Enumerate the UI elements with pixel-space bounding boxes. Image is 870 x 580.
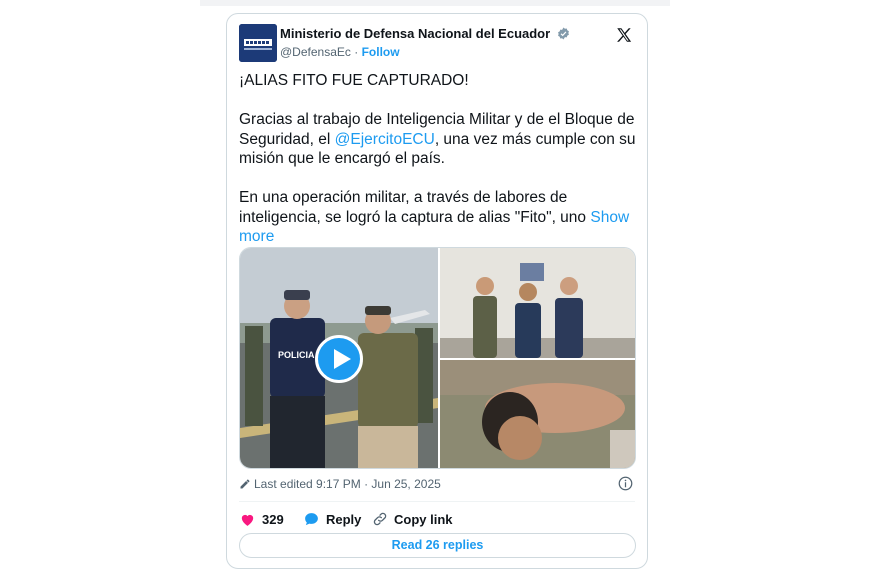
info-icon[interactable] <box>618 476 633 491</box>
tweet-paragraph-1: Gracias al trabajo de Inteligencia Milit… <box>239 110 639 169</box>
follow-button[interactable]: Follow <box>362 45 400 59</box>
photo-group-thumbnail[interactable] <box>440 248 635 358</box>
photo-detainee-thumbnail[interactable] <box>440 360 635 468</box>
heart-icon <box>241 514 254 526</box>
author-handle[interactable]: @DefensaEc <box>280 45 351 59</box>
pencil-icon <box>240 479 250 489</box>
media-grid: POLICIA <box>239 247 636 469</box>
play-icon[interactable] <box>315 335 363 383</box>
avatar[interactable] <box>239 24 277 62</box>
tweet-paragraph-2: En una operación militar, a través de la… <box>239 188 639 247</box>
last-edited[interactable]: Last edited 9:17 PM · Jun 25, 2025 <box>239 477 441 491</box>
copy-link-label: Copy link <box>394 511 453 527</box>
like-button[interactable]: 329 <box>239 510 284 528</box>
paragraph-2-text: En una operación militar, a través de la… <box>239 189 591 226</box>
handle-separator: · <box>354 45 359 59</box>
embedded-tweet-card: Ministerio de Defensa Nacional del Ecuad… <box>226 13 648 569</box>
link-icon <box>373 512 387 526</box>
reply-button[interactable]: Reply <box>303 510 361 528</box>
tweet-text: ¡ALIAS FITO FUE CAPTURADO! Gracias al tr… <box>239 71 639 247</box>
like-count: 329 <box>262 511 284 527</box>
reply-bubble-icon <box>305 512 318 525</box>
last-edited-text: Last edited 9:17 PM · Jun 25, 2025 <box>254 477 441 491</box>
divider <box>239 501 635 502</box>
copy-link-button[interactable]: Copy link <box>372 510 453 528</box>
handle-row: @DefensaEc · Follow <box>280 45 400 59</box>
vest-label: POLICIA <box>278 350 315 360</box>
video-thumbnail[interactable]: POLICIA <box>240 248 438 468</box>
author-name-text: Ministerio de Defensa Nacional del Ecuad… <box>280 26 551 41</box>
x-logo-icon[interactable] <box>615 26 633 44</box>
ministry-logo-icon <box>239 24 277 62</box>
author-name[interactable]: Ministerio de Defensa Nacional del Ecuad… <box>280 26 570 43</box>
mention-link[interactable]: @EjercitoECU <box>335 131 435 148</box>
read-replies-button[interactable]: Read 26 replies <box>239 533 636 558</box>
tweet-headline: ¡ALIAS FITO FUE CAPTURADO! <box>239 72 469 89</box>
page-top-band <box>200 0 670 6</box>
reply-label: Reply <box>326 511 362 527</box>
verified-badge-icon <box>557 27 570 43</box>
